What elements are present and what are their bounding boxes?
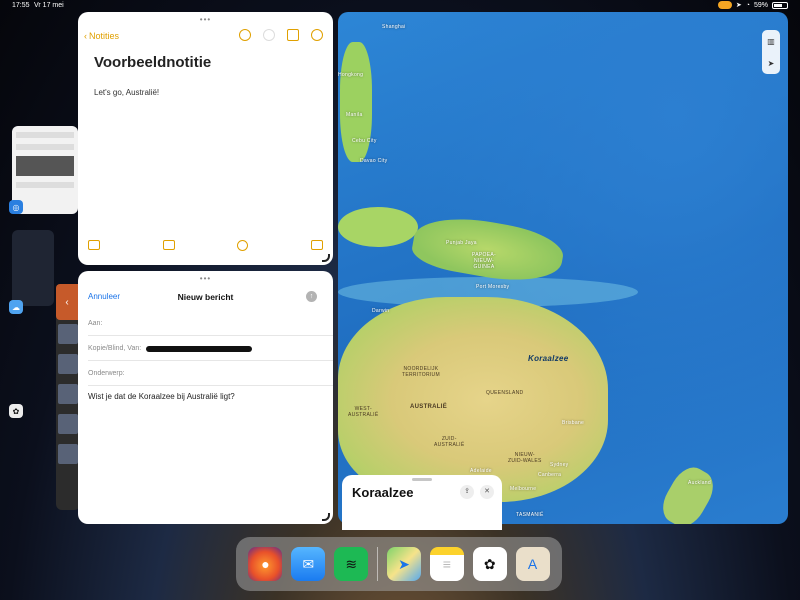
label-northern-territory[interactable]: NOORDELIJK TERRITORIUM <box>402 366 440 378</box>
label-cebu[interactable]: Cebu City <box>352 138 377 144</box>
undo-icon[interactable] <box>239 29 251 41</box>
safari-icon: ◎ <box>9 200 23 214</box>
location-arrow-icon[interactable]: ➤ <box>768 59 775 68</box>
landmass-new-zealand <box>655 461 721 524</box>
label-queensland[interactable]: QUEENSLAND <box>486 390 523 396</box>
chatgpt-icon: ✿ <box>9 404 23 418</box>
label-brisbane[interactable]: Brisbane <box>562 420 584 426</box>
label-hong-kong[interactable]: Hongkong <box>338 72 363 78</box>
label-australia[interactable]: AUSTRALIË <box>410 404 447 410</box>
status-right: ➤ ◔ 59% <box>717 1 788 9</box>
wifi-icon: ◔ <box>745 1 750 9</box>
notes-back-button[interactable]: ‹ Notities <box>84 31 119 41</box>
map-controls: ▥ ➤ <box>762 30 780 74</box>
mail-compose-window[interactable]: ••• Annuleer Nieuw bericht ↑ Aan: Kopie/… <box>78 271 333 524</box>
notes-back-label: Notities <box>89 31 120 41</box>
note-body[interactable]: Let's go, Australië! <box>94 88 159 97</box>
notes-toolbar <box>239 29 323 41</box>
place-sheet[interactable]: Koraalzee ⇪ ✕ <box>342 475 502 530</box>
map-mode-icon[interactable]: ▥ <box>767 37 775 46</box>
sheet-grabber[interactable] <box>412 478 432 481</box>
window-grabber-icon[interactable]: ••• <box>200 274 211 283</box>
label-new-south-wales[interactable]: NIEUW- ZUID-WALES <box>508 452 542 464</box>
more-icon[interactable] <box>311 29 323 41</box>
microphone-indicator-icon <box>717 1 732 9</box>
app-thumbnail-weather[interactable] <box>12 230 54 306</box>
window-grabber-icon[interactable]: ••• <box>200 15 211 24</box>
share-icon[interactable]: ⇪ <box>460 485 474 499</box>
label-south-australia[interactable]: ZUID- AUSTRALIË <box>434 436 465 448</box>
label-canberra[interactable]: Canberra <box>538 472 561 478</box>
dock: ● ✉ ≋ ➤ ≡ ✿ A <box>236 537 562 591</box>
app-library-icon[interactable]: A <box>515 547 550 581</box>
redo-icon[interactable] <box>263 29 275 41</box>
chatgpt-app-icon[interactable]: ✿ <box>472 547 507 581</box>
label-shanghai[interactable]: Shanghai <box>382 24 406 30</box>
label-davao[interactable]: Davao City <box>360 158 387 164</box>
maps-window[interactable]: Shanghai Hongkong Manila Cebu City Davao… <box>338 12 788 524</box>
notes-window[interactable]: ••• ‹ Notities Voorbeeldnotitie Let's go… <box>78 12 333 265</box>
label-tasmania[interactable]: TASMANIË <box>516 512 544 518</box>
chevron-left-icon: ‹ <box>84 31 87 41</box>
send-button[interactable]: ↑ <box>306 291 317 302</box>
mail-app-icon[interactable]: ✉ <box>291 547 326 581</box>
label-western-australia[interactable]: WEST- AUSTRALIË <box>348 406 379 418</box>
dock-separator <box>377 547 379 581</box>
status-bar: 17:55 Vr 17 mei ➤ ◔ 59% <box>0 0 800 12</box>
notes-app-icon[interactable]: ≡ <box>429 547 464 581</box>
close-icon[interactable]: ✕ <box>480 485 494 499</box>
label-punjab-jaya[interactable]: Punjab Jaya <box>446 240 477 246</box>
cc-from-field[interactable]: Kopie/Blind, Van: <box>88 336 333 361</box>
note-title[interactable]: Voorbeeldnotitie <box>94 54 211 71</box>
compose-icon[interactable] <box>310 240 323 250</box>
label-melbourne[interactable]: Melbourne <box>510 486 536 492</box>
label-adelaide[interactable]: Adelaide <box>470 468 492 474</box>
spotify-icon[interactable]: ≋ <box>334 547 369 581</box>
label-auckland[interactable]: Auckland <box>688 480 711 486</box>
cc-from-label: Kopie/Blind, Van: <box>88 345 142 352</box>
label-papua-new-guinea[interactable]: PAPOEA- NIEUW- GUINEA <box>472 252 496 270</box>
place-title: Koraalzee <box>352 485 414 500</box>
location-icon: ➤ <box>735 2 742 9</box>
status-time: 17:55 <box>12 2 30 9</box>
label-coral-sea[interactable]: Koraalzee <box>528 354 569 363</box>
label-manila[interactable]: Manila <box>346 112 363 118</box>
resize-handle-icon[interactable] <box>322 254 330 262</box>
redacted-email <box>146 346 252 352</box>
weather-icon: ☁ <box>9 300 23 314</box>
battery-percentage: 59% <box>753 1 768 9</box>
battery-icon <box>772 1 788 9</box>
status-date: Vr 17 mei <box>34 2 64 9</box>
subject-field[interactable]: Onderwerp: <box>88 361 333 386</box>
notes-bottom-toolbar <box>88 240 323 251</box>
camera-icon[interactable] <box>162 240 175 250</box>
chevron-left-icon[interactable]: ‹ <box>56 284 78 320</box>
label-sydney[interactable]: Sydney <box>550 462 568 468</box>
landmass-philippines <box>340 42 372 162</box>
share-icon[interactable] <box>287 29 299 41</box>
label-darwin[interactable]: Darwin <box>372 308 389 314</box>
to-label: Aan: <box>88 320 103 327</box>
landmass-indonesia <box>338 207 418 247</box>
firefox-icon[interactable]: ● <box>248 547 283 581</box>
checklist-icon[interactable] <box>88 240 100 250</box>
mail-body[interactable]: Wist je dat de Koraalzee bij Australië l… <box>88 392 235 401</box>
compose-title: Nieuw bericht <box>177 292 234 302</box>
to-field[interactable]: Aan: <box>88 311 333 336</box>
maps-app-icon[interactable]: ➤ <box>386 547 421 581</box>
resize-handle-icon[interactable] <box>322 513 330 521</box>
subject-label: Onderwerp: <box>88 370 125 377</box>
label-port-moresby[interactable]: Port Moresby <box>476 284 509 290</box>
markup-icon[interactable] <box>237 240 249 251</box>
